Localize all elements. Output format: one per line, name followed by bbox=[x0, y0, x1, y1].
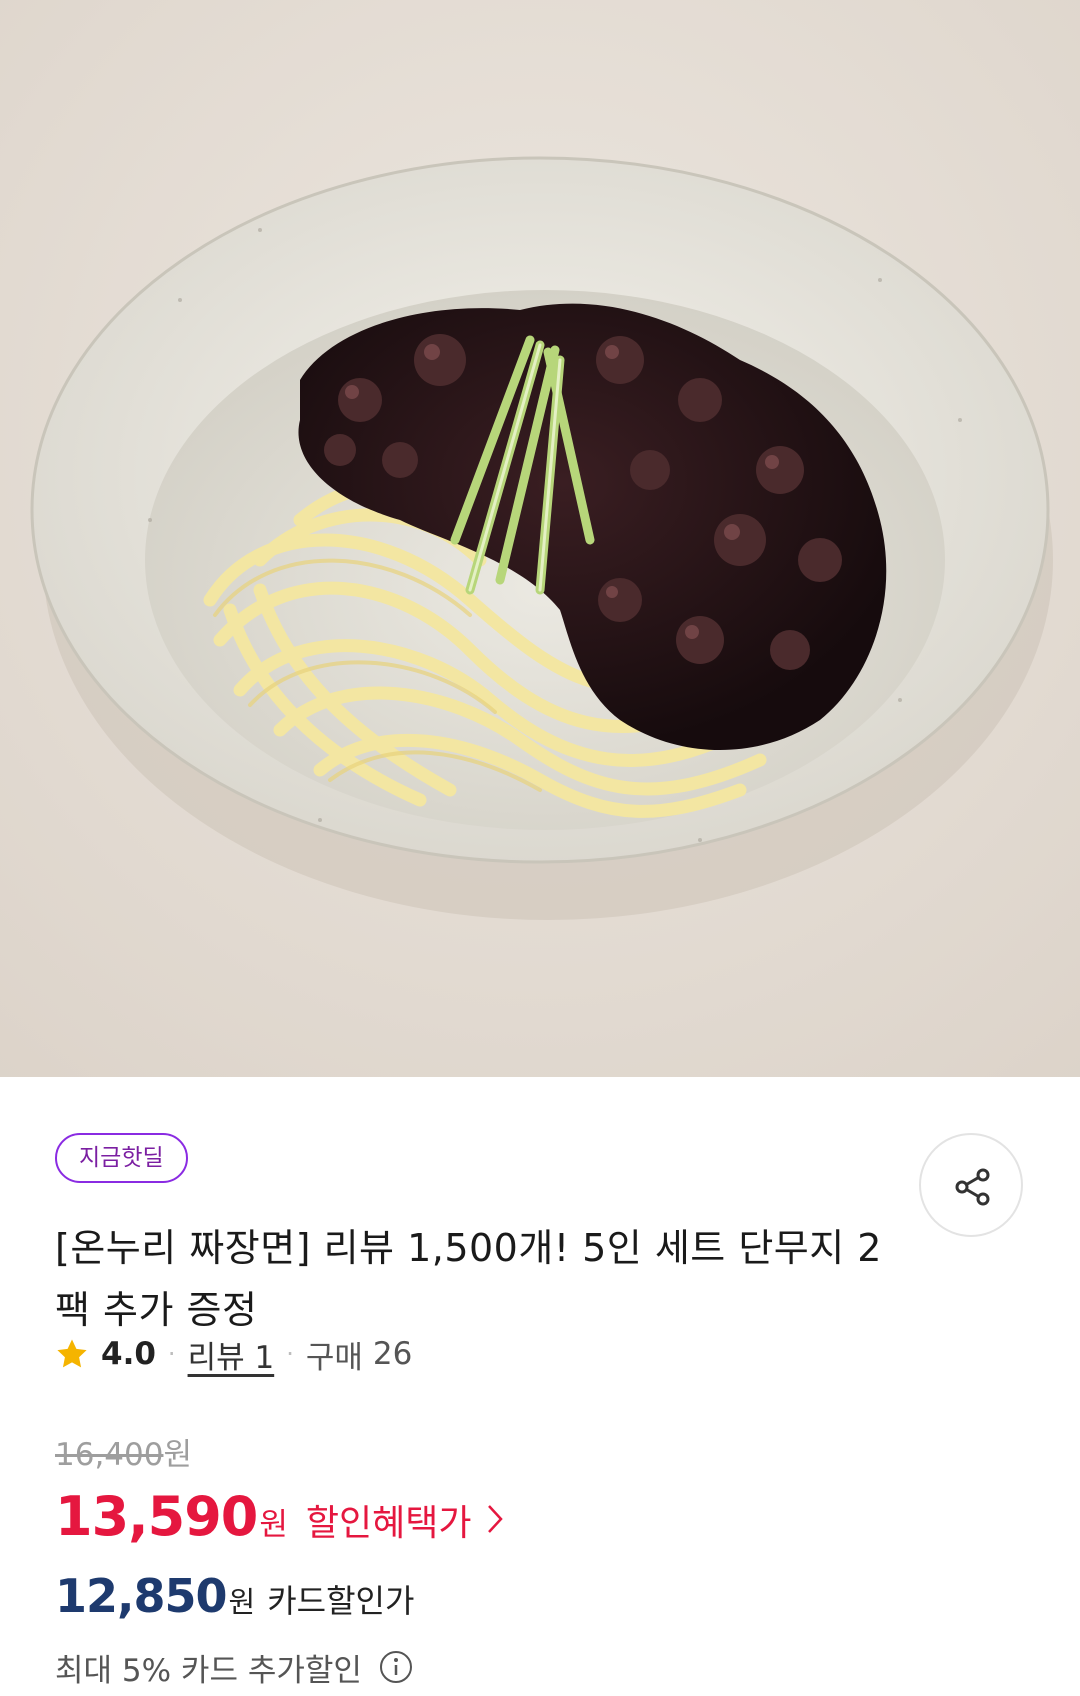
rating-row: 4.0 · 리뷰 1 · 구매 26 bbox=[55, 1332, 412, 1376]
sale-price-unit: 원 bbox=[259, 1507, 288, 1543]
discount-benefit-link[interactable]: 할인혜택가 bbox=[306, 1494, 472, 1546]
jjajangmyeon-photo bbox=[0, 0, 1080, 1077]
product-title: [온누리 짜장면] 리뷰 1,500개! 5인 세트 단무지 2팩 추가 증정 bbox=[55, 1226, 882, 1332]
card-price-label: 카드할인가 bbox=[267, 1582, 415, 1620]
separator-dot: · bbox=[167, 1340, 176, 1368]
card-price-unit: 원 bbox=[228, 1585, 256, 1619]
info-icon[interactable] bbox=[378, 1649, 414, 1685]
hot-deal-badge: 지금핫딜 bbox=[55, 1133, 188, 1183]
original-price: 16,400원 bbox=[55, 1429, 192, 1474]
share-button[interactable] bbox=[919, 1133, 1023, 1237]
original-price-unit: 원 bbox=[163, 1437, 193, 1473]
product-image[interactable] bbox=[0, 0, 1080, 1077]
chevron-right-icon[interactable] bbox=[486, 1503, 504, 1535]
extra-card-discount-text: 최대 5% 카드 추가할인 bbox=[55, 1652, 362, 1689]
rating-value: 4.0 bbox=[101, 1336, 156, 1372]
separator-dot: · bbox=[286, 1340, 294, 1368]
card-price-row: 12,850 원 카드할인가 bbox=[55, 1569, 414, 1631]
extra-card-discount-row: 최대 5% 카드 추가할인 bbox=[55, 1645, 414, 1689]
review-link[interactable]: 리뷰 1 bbox=[188, 1332, 275, 1377]
product-info-section: 지금핫딜 [온누리 짜장면] 리뷰 1,500개! 5인 세트 단무지 2팩 추… bbox=[0, 1077, 1080, 1696]
star-icon bbox=[57, 1339, 87, 1368]
sale-price-value: 13,590 bbox=[55, 1485, 258, 1548]
purchase-count: 26 bbox=[372, 1336, 413, 1372]
original-price-value: 16,400 bbox=[55, 1437, 164, 1473]
card-price-value: 12,850 bbox=[55, 1569, 228, 1623]
share-icon bbox=[955, 1168, 990, 1206]
purchase-label: 구매 bbox=[305, 1339, 363, 1376]
sale-price-row[interactable]: 13,590 원 할인혜택가 bbox=[55, 1485, 504, 1555]
product-detail-page: 지금핫딜 [온누리 짜장면] 리뷰 1,500개! 5인 세트 단무지 2팩 추… bbox=[0, 0, 1080, 1696]
